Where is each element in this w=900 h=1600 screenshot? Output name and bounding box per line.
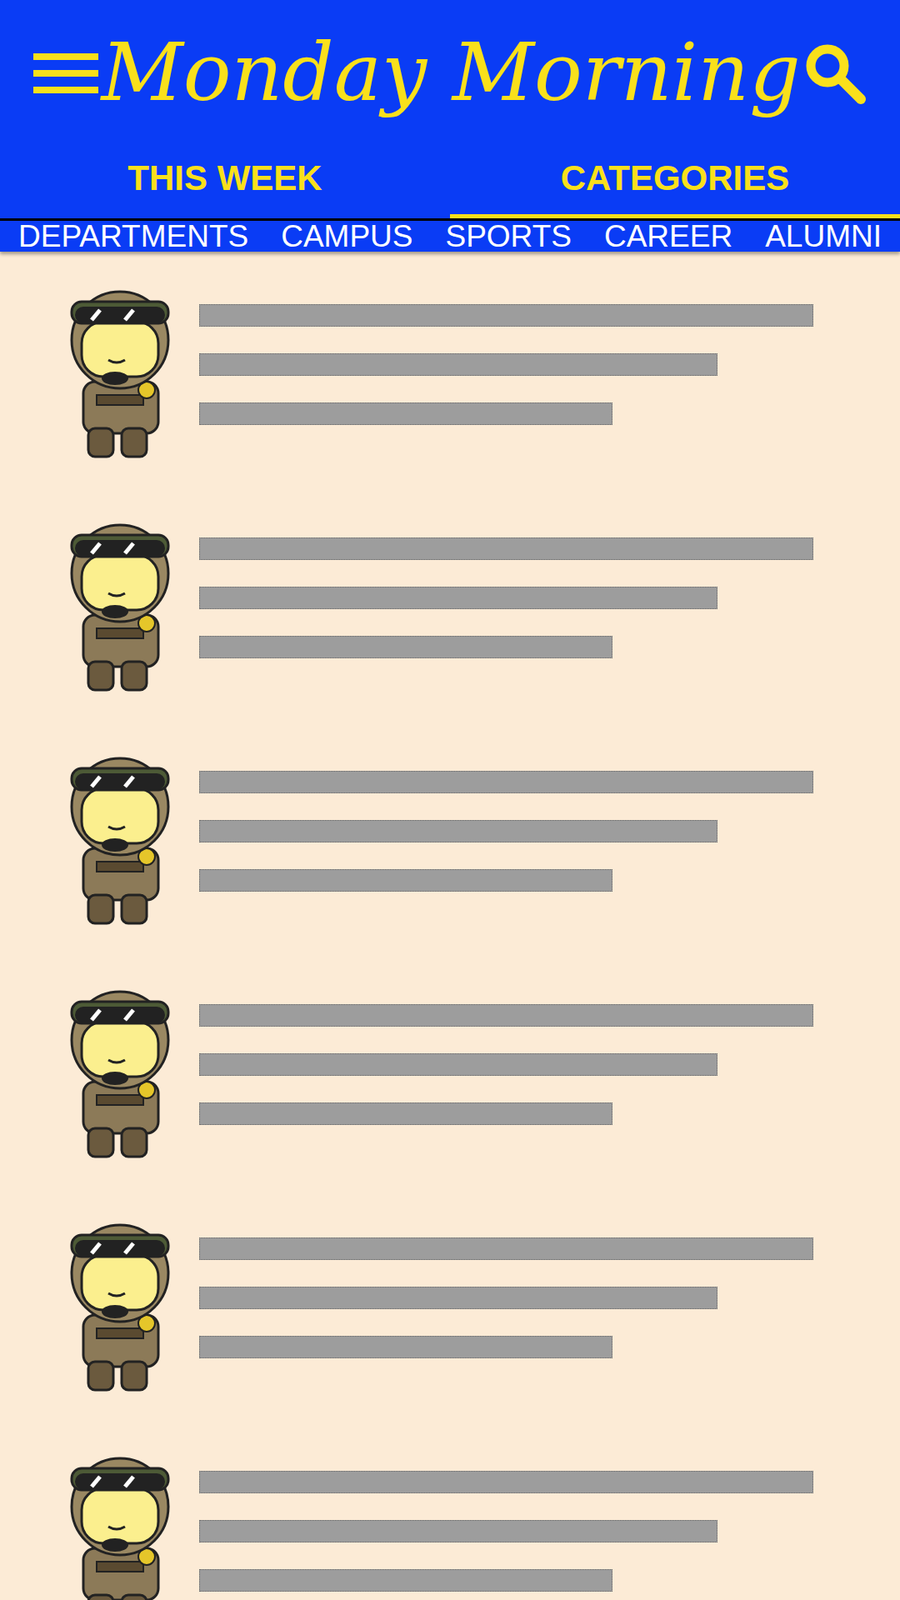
article-row[interactable] (0, 506, 900, 740)
category-link[interactable]: SPORTS (445, 220, 571, 252)
placeholder-bar (199, 1053, 718, 1076)
tab[interactable]: THIS WEEK (0, 146, 450, 219)
placeholder-bar (199, 353, 718, 376)
soldier-icon (63, 973, 179, 1162)
soldier-icon (63, 506, 179, 695)
soldier-icon (63, 273, 179, 462)
placeholder-lines (199, 506, 814, 659)
tab-underline (450, 214, 900, 219)
placeholder-bar (199, 1520, 718, 1543)
category-link[interactable]: CAREER (604, 220, 733, 252)
placeholder-lines (199, 1440, 814, 1592)
placeholder-bar (199, 770, 814, 794)
category-link[interactable]: ALUMNI (765, 220, 882, 252)
category-link[interactable]: CAMPUS (280, 220, 413, 252)
app-title: Monday Morning (98, 25, 804, 121)
menu-icon[interactable] (33, 48, 99, 99)
category-bar: DEPARTMENTS CAMPUS SPORTS CAREER ALUMNI (0, 220, 900, 252)
placeholder-lines (199, 273, 814, 425)
placeholder-bar (199, 1569, 613, 1592)
article-list (0, 251, 900, 1600)
category-link[interactable]: DEPARTMENTS (18, 220, 249, 252)
placeholder-bar (199, 820, 718, 843)
article-row[interactable] (0, 973, 900, 1207)
tab-underline (0, 214, 450, 219)
placeholder-bar (199, 586, 718, 610)
placeholder-bar (199, 635, 613, 659)
soldier-icon (63, 1206, 179, 1395)
placeholder-bar (199, 869, 613, 892)
article-row[interactable] (0, 1440, 900, 1600)
tab[interactable]: CATEGORIES (450, 146, 900, 219)
placeholder-lines (199, 1206, 814, 1359)
placeholder-bar (199, 1237, 814, 1260)
article-row[interactable] (0, 273, 900, 507)
placeholder-bar (199, 1102, 613, 1125)
tab-bar: THIS WEEK CATEGORIES (0, 146, 900, 219)
placeholder-bar (199, 1286, 718, 1310)
app-header: Monday Morning THIS WEEK CATEGORIES (0, 0, 900, 221)
placeholder-bar (199, 1470, 814, 1494)
article-row[interactable] (0, 1206, 900, 1440)
placeholder-bar (199, 304, 814, 327)
tab-label: CATEGORIES (560, 160, 790, 215)
article-row[interactable] (0, 740, 900, 974)
soldier-icon (63, 740, 179, 929)
placeholder-bar (199, 1335, 613, 1359)
placeholder-bar (199, 402, 613, 425)
soldier-icon (63, 1440, 179, 1600)
search-icon[interactable] (803, 41, 867, 105)
placeholder-lines (199, 973, 814, 1125)
placeholder-lines (199, 740, 814, 892)
tab-label: THIS WEEK (127, 160, 322, 215)
placeholder-bar (199, 1004, 814, 1027)
placeholder-bar (199, 537, 814, 560)
